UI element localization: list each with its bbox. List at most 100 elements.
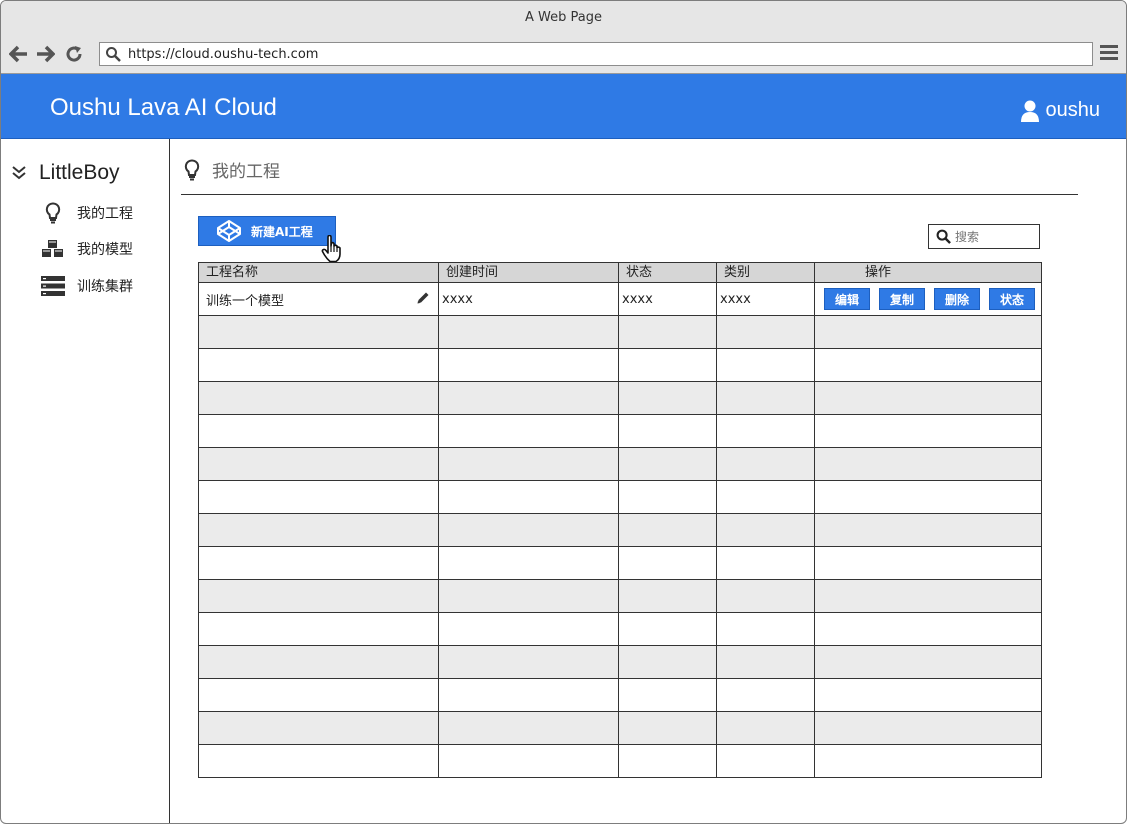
table-row-empty — [198, 381, 1042, 415]
table-cell-empty — [198, 612, 439, 646]
table-row-empty — [198, 447, 1042, 481]
table-row-empty — [198, 645, 1042, 679]
sidebar-item-my-models[interactable]: 我的模型 — [41, 237, 133, 261]
table-cell-empty — [618, 579, 717, 613]
new-project-button[interactable]: 新建AI工程 — [198, 216, 336, 246]
edit-button[interactable]: 编辑 — [824, 288, 870, 310]
sidebar-item-label: 我的工程 — [77, 206, 133, 222]
browser-toolbar — [1, 35, 1126, 74]
delete-button[interactable]: 删除 — [934, 288, 980, 310]
url-input[interactable] — [126, 44, 1070, 64]
actions-cell: 编辑 复制 删除 状态 — [814, 282, 1042, 316]
table-cell-empty — [716, 546, 815, 580]
brand-title[interactable]: Oushu Lava AI Cloud — [50, 94, 277, 122]
column-header-category[interactable]: 类别 — [716, 262, 815, 283]
user-icon — [1020, 100, 1039, 122]
sidebar-item-training-cluster[interactable]: 训练集群 — [41, 274, 133, 298]
table-cell-empty — [716, 612, 815, 646]
table-cell-empty — [198, 414, 439, 448]
table-cell-empty — [716, 513, 815, 547]
search-input[interactable] — [955, 229, 1031, 244]
status-button[interactable]: 状态 — [989, 288, 1035, 310]
sidebar-item-my-projects[interactable]: 我的工程 — [41, 201, 133, 225]
back-button[interactable] — [8, 43, 30, 65]
table-cell-empty — [618, 414, 717, 448]
table-cell-empty — [198, 447, 439, 481]
search-box[interactable] — [928, 224, 1040, 249]
table-cell-empty — [198, 678, 439, 712]
table-row-empty — [198, 315, 1042, 349]
page-title-text: 我的工程 — [212, 162, 280, 182]
column-header-status[interactable]: 状态 — [618, 262, 717, 283]
column-header-created[interactable]: 创建时间 — [438, 262, 619, 283]
table-cell-empty — [814, 381, 1042, 415]
table-cell-empty — [618, 645, 717, 679]
table-row-empty — [198, 711, 1042, 745]
user-menu[interactable]: oushu — [1020, 99, 1100, 122]
table-cell-empty — [198, 348, 439, 382]
table-cell-empty — [814, 612, 1042, 646]
table-cell-empty — [198, 315, 439, 349]
table-cell-empty — [198, 711, 439, 745]
team-selector[interactable]: LittleBoy — [11, 161, 120, 185]
table-cell-empty — [716, 645, 815, 679]
projects-table: 工程名称 创建时间 状态 类别 操作 训练一个模型 xxxx xxxx xxxx… — [198, 262, 1042, 778]
search-icon — [936, 229, 951, 244]
table-cell-empty — [618, 315, 717, 349]
new-project-label: 新建AI工程 — [251, 224, 313, 239]
table-cell-empty — [438, 546, 619, 580]
title-divider — [181, 194, 1078, 195]
table-cell-empty — [438, 711, 619, 745]
table-cell-empty — [198, 546, 439, 580]
app-header: Oushu Lava AI Cloud oushu — [1, 74, 1126, 139]
table-cell-empty — [438, 678, 619, 712]
reload-button[interactable] — [63, 43, 85, 65]
table-row-empty — [198, 414, 1042, 448]
table-row-empty — [198, 744, 1042, 778]
table-cell-empty — [618, 348, 717, 382]
table-cell-empty — [438, 348, 619, 382]
column-header-actions: 操作 — [814, 262, 1042, 283]
table-cell-empty — [618, 381, 717, 415]
table-cell-empty — [716, 579, 815, 613]
table-cell-empty — [618, 711, 717, 745]
table-row-empty — [198, 480, 1042, 514]
url-bar[interactable] — [99, 42, 1093, 66]
hand-pointer-icon — [321, 235, 341, 263]
browser-menu-button[interactable] — [1100, 45, 1118, 65]
sidebar-item-label: 我的模型 — [77, 242, 133, 258]
table-cell-empty — [618, 744, 717, 778]
table-cell-empty — [618, 678, 717, 712]
table-cell-empty — [814, 414, 1042, 448]
table-cell-empty — [814, 480, 1042, 514]
table-row[interactable]: 训练一个模型 xxxx xxxx xxxx 编辑 复制 删除 状态 — [198, 282, 1042, 316]
table-cell-empty — [814, 744, 1042, 778]
column-header-name[interactable]: 工程名称 — [198, 262, 439, 283]
table-header-row: 工程名称 创建时间 状态 类别 操作 — [198, 262, 1042, 283]
table-cell-empty — [618, 480, 717, 514]
pencil-icon[interactable] — [416, 291, 430, 305]
table-cell-empty — [438, 744, 619, 778]
created-time-cell: xxxx — [438, 282, 619, 316]
table-cell-empty — [716, 381, 815, 415]
forward-button[interactable] — [34, 43, 56, 65]
browser-window: A Web Page Oushu Lava AI Cloud oushu Lit… — [0, 0, 1127, 824]
reload-icon — [66, 46, 82, 62]
table-cell-empty — [438, 645, 619, 679]
sidebar: LittleBoy 我的工程 我的模型 训练集群 — [1, 139, 170, 823]
table-cell-empty — [716, 711, 815, 745]
arrow-right-icon — [37, 45, 55, 63]
window-title: A Web Page — [525, 10, 602, 25]
cubes-icon — [41, 237, 65, 261]
lightbulb-icon — [184, 158, 200, 180]
project-name[interactable]: 训练一个模型 — [206, 294, 284, 309]
arrow-left-icon — [9, 45, 27, 63]
copy-button[interactable]: 复制 — [879, 288, 925, 310]
table-cell-empty — [438, 513, 619, 547]
table-cell-empty — [198, 744, 439, 778]
category-cell: xxxx — [716, 282, 815, 316]
table-cell-empty — [438, 447, 619, 481]
table-cell-empty — [814, 678, 1042, 712]
table-cell-empty — [198, 513, 439, 547]
sidebar-item-label: 训练集群 — [77, 279, 133, 295]
